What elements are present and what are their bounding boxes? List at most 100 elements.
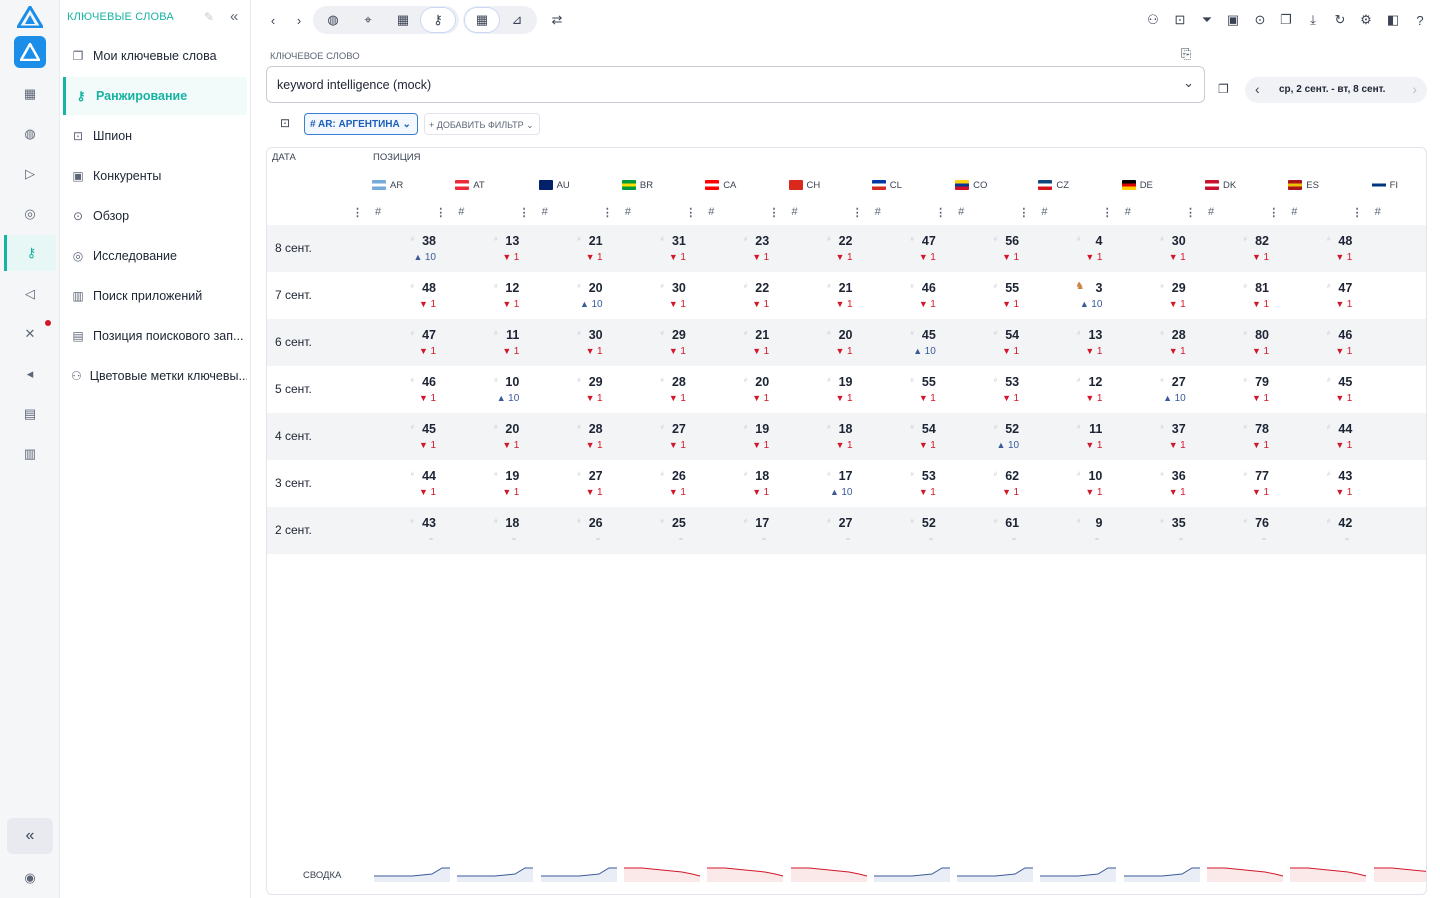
panel-icon[interactable]: ◧ [1383, 10, 1403, 30]
rank-cell[interactable]: #30 ▼ 1 [526, 319, 609, 366]
rank-cell[interactable]: #79 ▼ 1 [1192, 366, 1275, 413]
column-menu-icon[interactable]: ⋮ [1352, 206, 1363, 219]
column-menu-icon[interactable]: ⋮ [1018, 206, 1029, 219]
country-column-header[interactable]: FI [1371, 178, 1398, 192]
sidebar-item[interactable]: ⊡ Шпион [63, 117, 247, 155]
country-column-header[interactable]: AU [538, 178, 570, 192]
column-menu-icon[interactable]: ⋮ [602, 206, 613, 219]
sidebar-item[interactable]: ◎ Исследование [63, 237, 247, 275]
table-row[interactable]: 8 сент. #38 ▲ 10 #13 ▼ 1 #21 ▼ 1 #31 ▼ 1 #23 ▼ 1 #2… [267, 225, 1426, 272]
column-menu-icon[interactable]: ⋮ [852, 206, 863, 219]
rank-cell[interactable]: #55 ▼ 1 [942, 272, 1025, 319]
rank-cell[interactable]: #46 ▼ 1 [859, 272, 942, 319]
rank-cell[interactable]: #44 ▼ 1 [359, 460, 442, 507]
compare-icon[interactable]: ⇄ [547, 10, 567, 30]
forward-icon[interactable]: › [289, 10, 309, 30]
rank-cell[interactable]: #13 ▼ 1 [442, 225, 525, 272]
country-column-header[interactable]: CZ [1038, 178, 1069, 192]
table-row[interactable]: 7 сент. #48 ▼ 1 #12 ▼ 1 #20 ▲ 10 #30 ▼ 1 #22 ▼ 1 #2… [267, 272, 1426, 319]
rank-cell[interactable]: #47 ▼ 1 [359, 319, 442, 366]
rank-cell[interactable]: #19 ▼ 1 [442, 460, 525, 507]
table-row[interactable]: 4 сент. #45 ▼ 1 #20 ▼ 1 #28 ▼ 1 #27 ▼ 1 #19 ▼ 1 #18… [267, 413, 1426, 460]
rank-cell[interactable]: #42 [1275, 507, 1358, 554]
rank-cell[interactable]: #27 [776, 507, 859, 554]
column-menu-icon[interactable]: ⋮ [935, 206, 946, 219]
rank-cell[interactable]: #28 ▼ 1 [526, 413, 609, 460]
column-menu-icon[interactable]: ⋮ [435, 206, 446, 219]
column-menu-icon[interactable]: ⋮ [769, 206, 780, 219]
play-icon[interactable]: ▷ [20, 164, 40, 184]
rank-cell[interactable]: #52 [859, 507, 942, 554]
rank-cell[interactable]: #11 ▼ 1 [1025, 413, 1108, 460]
rank-cell[interactable]: #27 ▼ 1 [526, 460, 609, 507]
rank-cell[interactable]: #22 ▼ 1 [776, 225, 859, 272]
sidebar-item[interactable]: ▤ Позиция поискового зап... [63, 317, 247, 355]
rank-cell[interactable]: #29 ▼ 1 [526, 366, 609, 413]
rank-cell[interactable]: #80 ▼ 1 [1192, 319, 1275, 366]
rank-cell[interactable]: #76 [1192, 507, 1275, 554]
date-range-picker[interactable]: ‹ ср, 2 сент. - вт, 8 сент. › [1245, 77, 1427, 103]
rank-cell[interactable]: #11 ▼ 1 [442, 319, 525, 366]
rank-cell[interactable]: # ♞ 3 ▲ 10 [1025, 272, 1108, 319]
copy-icon[interactable]: ❐ [1276, 10, 1296, 30]
rank-cell[interactable]: #18 ▼ 1 [776, 413, 859, 460]
rank-cell[interactable]: #43 ▼ 1 [1275, 460, 1358, 507]
rank-cell[interactable]: #56 ▼ 1 [942, 225, 1025, 272]
nodes-icon[interactable]: ⚇ [1143, 10, 1163, 30]
country-column-header[interactable]: CA [705, 178, 736, 192]
rank-cell[interactable]: #62 ▼ 1 [942, 460, 1025, 507]
chart-icon[interactable]: ⊿ [507, 10, 527, 30]
rank-cell[interactable]: #46 ▼ 1 [1275, 319, 1358, 366]
sidebar-item[interactable]: ▥ Поиск приложений [63, 277, 247, 315]
keyword-select[interactable]: keyword intelligence (mock) ⌄ [266, 66, 1205, 103]
refresh-icon[interactable]: ↻ [1330, 10, 1350, 30]
globe-icon[interactable]: ◍ [323, 10, 343, 30]
volume-icon[interactable]: ◂ [20, 364, 40, 384]
scan-icon[interactable]: ⊙ [1250, 10, 1270, 30]
rank-cell[interactable]: #30 ▼ 1 [609, 272, 692, 319]
prev-range-icon[interactable]: ‹ [1255, 81, 1260, 97]
user-icon[interactable]: ◉ [20, 868, 40, 888]
rank-cell[interactable]: #27 ▲ 10 [1109, 366, 1192, 413]
rank-cell[interactable]: #18 [442, 507, 525, 554]
chevron-down-icon[interactable]: ⌄ [1183, 75, 1194, 91]
rank-cell[interactable]: #77 ▼ 1 [1192, 460, 1275, 507]
rank-cell[interactable]: #45 ▼ 1 [359, 413, 442, 460]
report-icon[interactable]: ▤ [20, 404, 40, 424]
rank-cell[interactable]: #23 ▼ 1 [692, 225, 775, 272]
country-column-header[interactable]: ES [1288, 178, 1319, 192]
sidebar-item[interactable]: ⊙ Обзор [63, 197, 247, 235]
rank-cell[interactable]: #17 [692, 507, 775, 554]
add-filter-button[interactable]: + ДОБАВИТЬ ФИЛЬТР ⌄ [424, 113, 540, 135]
rank-cell[interactable]: #37 ▼ 1 [1109, 413, 1192, 460]
table-icon[interactable]: ▦ [472, 10, 492, 30]
country-column-header[interactable]: CO [955, 178, 987, 192]
edit-icon[interactable]: ✎ [204, 10, 214, 24]
rank-cell[interactable]: #19 ▼ 1 [692, 413, 775, 460]
rank-cell[interactable]: #54 ▼ 1 [942, 319, 1025, 366]
collapse-sidebar-icon[interactable]: « [230, 8, 238, 25]
rank-cell[interactable]: #27 ▼ 1 [609, 413, 692, 460]
column-menu-icon[interactable]: ⋮ [1102, 206, 1113, 219]
stack-icon[interactable]: ▣ [1223, 10, 1243, 30]
country-column-header[interactable]: AR [372, 178, 403, 192]
key-icon[interactable]: ⚷ [4, 235, 56, 271]
rank-cell[interactable]: #26 ▼ 1 [609, 460, 692, 507]
rank-cell[interactable]: #21 ▼ 1 [526, 225, 609, 272]
back-icon[interactable]: ‹ [263, 10, 283, 30]
rank-cell[interactable]: #21 ▼ 1 [692, 319, 775, 366]
sidebar-item[interactable]: ▣ Конкуренты [63, 157, 247, 195]
country-column-header[interactable]: CL [871, 178, 902, 192]
grid-icon[interactable]: ▦ [20, 84, 40, 104]
rank-cell[interactable]: #28 ▼ 1 [1109, 319, 1192, 366]
car-icon[interactable]: ⊡ [1170, 10, 1190, 30]
copy-keyword-icon[interactable]: ❐ [1218, 82, 1229, 96]
country-column-header[interactable]: BR [621, 178, 653, 192]
country-column-header[interactable]: DK [1205, 178, 1236, 192]
rank-cell[interactable]: #10 ▼ 1 [1025, 460, 1108, 507]
rank-cell[interactable]: #10 ▲ 10 [442, 366, 525, 413]
rank-cell[interactable]: #29 ▼ 1 [1109, 272, 1192, 319]
rank-cell[interactable]: #13 ▼ 1 [1025, 319, 1108, 366]
rank-cell[interactable]: #53 ▼ 1 [859, 460, 942, 507]
rank-cell[interactable]: #52 ▲ 10 [942, 413, 1025, 460]
